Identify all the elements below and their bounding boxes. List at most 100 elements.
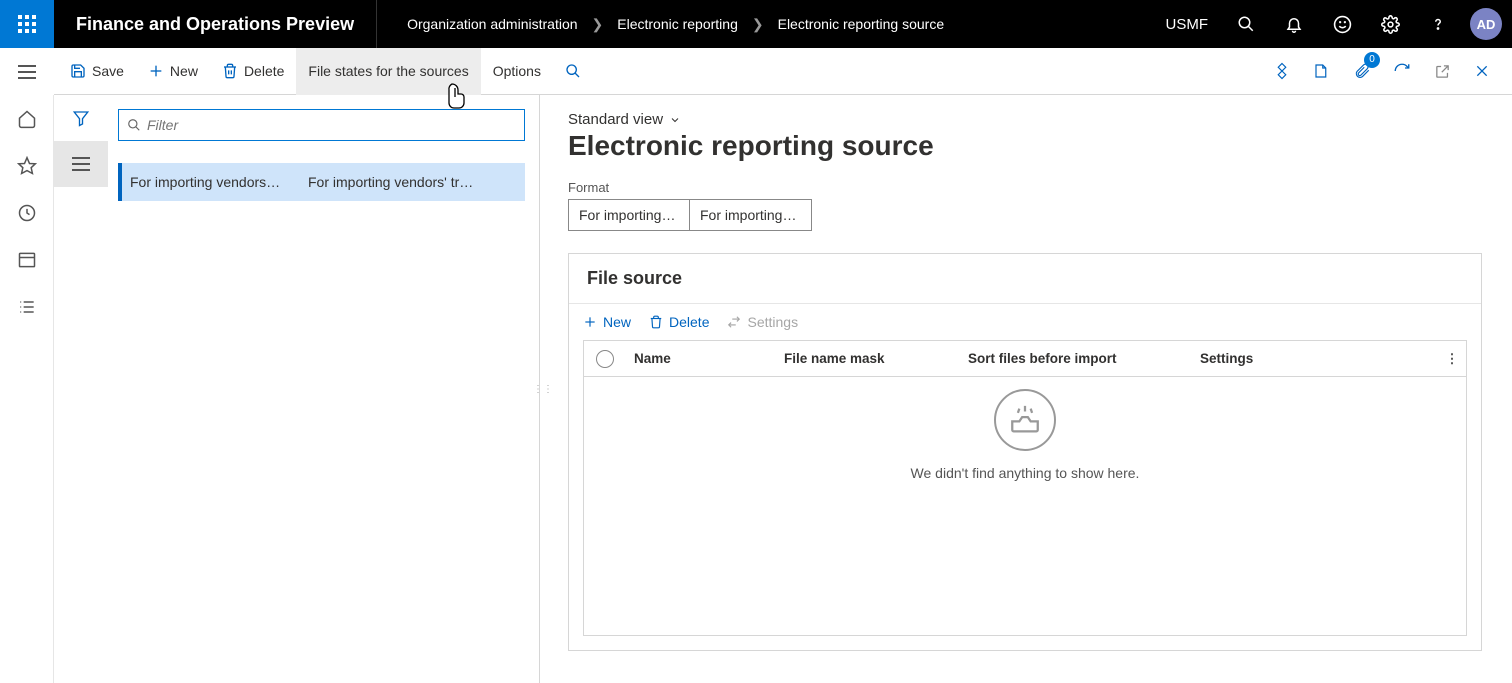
bell-icon — [1285, 15, 1303, 33]
workspace-icon — [17, 250, 37, 270]
app-launcher-button[interactable] — [0, 0, 54, 48]
view-label: Standard view — [568, 111, 663, 128]
grid-empty-state: We didn't find anything to show here. — [584, 377, 1466, 635]
grid-column-menu[interactable]: ⋮ — [1438, 351, 1466, 367]
detail-panel: Standard view Electronic reporting sourc… — [546, 95, 1512, 683]
trash-icon — [649, 315, 663, 329]
grid-settings-button: Settings — [727, 314, 798, 330]
format-lookup-2[interactable]: For importing… — [690, 199, 812, 231]
filter-pane-toggle[interactable] — [54, 95, 108, 141]
format-lookup-1[interactable]: For importing… — [568, 199, 690, 231]
swap-icon — [727, 315, 741, 329]
trash-icon — [222, 63, 238, 79]
product-name: Finance and Operations Preview — [54, 0, 377, 48]
topbar: Finance and Operations Preview Organizat… — [0, 0, 1512, 48]
chevron-down-icon — [669, 114, 681, 126]
action-search-button[interactable] — [553, 48, 593, 95]
popout-button[interactable] — [1422, 48, 1462, 95]
attachments-badge: 0 — [1364, 52, 1380, 68]
filter-input[interactable] — [147, 117, 516, 133]
list-row-col1: For importing vendors… — [130, 174, 298, 190]
nav-recents-button[interactable] — [0, 189, 54, 236]
delete-button[interactable]: Delete — [210, 48, 296, 95]
grid-delete-label: Delete — [669, 314, 709, 330]
funnel-icon — [72, 109, 90, 127]
grid-select-all[interactable] — [584, 350, 626, 368]
personalize-button[interactable] — [1262, 48, 1302, 95]
topbar-right: USMF AD — [1154, 0, 1512, 48]
col-file-mask[interactable]: File name mask — [776, 351, 960, 366]
search-icon — [565, 63, 581, 79]
file-states-button[interactable]: File states for the sources — [296, 48, 480, 95]
list-panel: For importing vendors… For importing ven… — [108, 95, 540, 683]
modules-icon — [17, 297, 37, 317]
col-settings[interactable]: Settings — [1192, 351, 1438, 366]
notifications-button[interactable] — [1272, 0, 1316, 48]
col-sort-before-import[interactable]: Sort files before import — [960, 351, 1192, 366]
empty-box-icon — [1008, 403, 1042, 437]
refresh-icon — [1393, 62, 1411, 80]
delete-label: Delete — [244, 63, 284, 79]
new-label: New — [170, 63, 198, 79]
breadcrumb: Organization administration ❯ Electronic… — [377, 16, 944, 33]
diamond-icon — [1273, 62, 1291, 80]
nav-toggle-button[interactable] — [0, 48, 54, 95]
clock-icon — [17, 203, 37, 223]
close-icon — [1474, 63, 1490, 79]
save-label: Save — [92, 63, 124, 79]
file-source-card: File source New Delete Settings — [568, 253, 1482, 651]
breadcrumb-item[interactable]: Organization administration — [407, 16, 577, 32]
new-button[interactable]: New — [136, 48, 210, 95]
book-icon — [1313, 62, 1331, 80]
list-lines-icon — [72, 157, 90, 171]
search-icon — [127, 118, 141, 132]
format-label: Format — [568, 180, 1482, 195]
help-icon — [1429, 15, 1447, 33]
action-bar: Save New Delete File states for the sour… — [54, 48, 1512, 95]
save-button[interactable]: Save — [58, 48, 136, 95]
help-button[interactable] — [1416, 0, 1460, 48]
feedback-button[interactable] — [1320, 0, 1364, 48]
search-icon — [1237, 15, 1255, 33]
search-button[interactable] — [1224, 0, 1268, 48]
nav-rail — [0, 95, 54, 683]
options-label: Options — [493, 63, 541, 79]
grid-new-button[interactable]: New — [583, 314, 631, 330]
view-switcher[interactable]: Standard view — [568, 111, 681, 128]
list-row[interactable]: For importing vendors… For importing ven… — [118, 163, 525, 201]
nav-home-button[interactable] — [0, 95, 54, 142]
chevron-right-icon: ❯ — [752, 16, 764, 33]
col-name[interactable]: Name — [626, 351, 776, 366]
hamburger-icon — [18, 65, 36, 79]
grid-delete-button[interactable]: Delete — [649, 314, 709, 330]
options-button[interactable]: Options — [481, 48, 553, 95]
settings-button[interactable] — [1368, 0, 1412, 48]
file-states-label: File states for the sources — [308, 63, 468, 79]
save-icon — [70, 63, 86, 79]
home-icon — [17, 109, 37, 129]
filter-box[interactable] — [118, 109, 525, 141]
avatar[interactable]: AD — [1470, 8, 1502, 40]
card-title: File source — [569, 254, 1481, 304]
nav-modules-button[interactable] — [0, 283, 54, 330]
file-source-grid: Name File name mask Sort files before im… — [583, 340, 1467, 636]
gear-icon — [1381, 15, 1400, 34]
legal-entity-label[interactable]: USMF — [1154, 16, 1221, 33]
breadcrumb-item[interactable]: Electronic reporting — [617, 16, 738, 32]
refresh-button[interactable] — [1382, 48, 1422, 95]
star-icon — [17, 156, 37, 176]
close-button[interactable] — [1462, 48, 1502, 95]
plus-icon — [583, 315, 597, 329]
list-row-col2: For importing vendors' tr… — [308, 174, 517, 190]
chevron-right-icon: ❯ — [592, 16, 604, 33]
empty-illustration — [994, 389, 1056, 451]
grid-new-label: New — [603, 314, 631, 330]
nav-favorites-button[interactable] — [0, 142, 54, 189]
list-pane-toggle[interactable] — [54, 141, 108, 187]
page-title: Electronic reporting source — [568, 130, 1482, 162]
attachments-button[interactable]: 0 — [1342, 48, 1382, 95]
popout-icon — [1434, 63, 1451, 80]
office-button[interactable] — [1302, 48, 1342, 95]
breadcrumb-item[interactable]: Electronic reporting source — [778, 16, 945, 32]
nav-workspaces-button[interactable] — [0, 236, 54, 283]
